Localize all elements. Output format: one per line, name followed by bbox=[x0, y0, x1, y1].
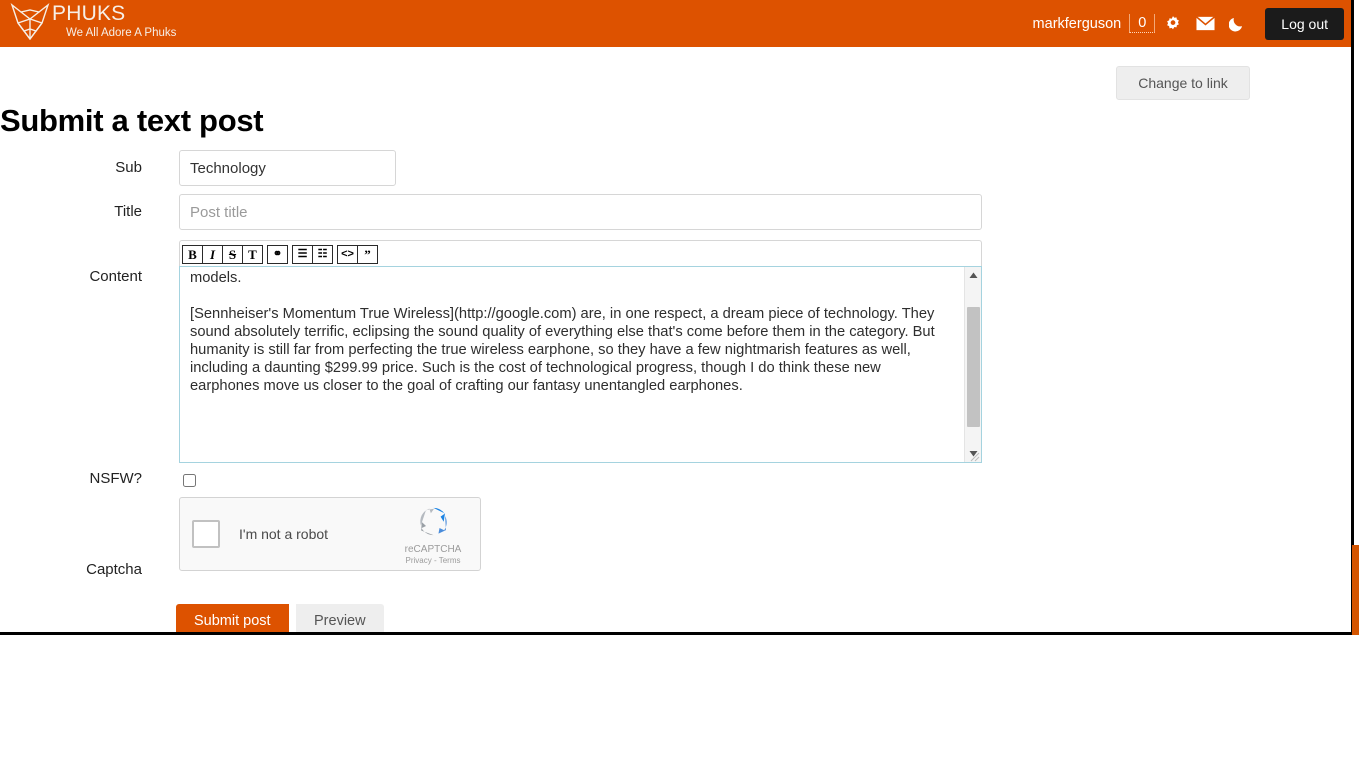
unordered-list-icon[interactable]: ☰ bbox=[292, 245, 313, 264]
captcha-label: Captcha bbox=[86, 561, 142, 578]
markdown-editor: B I S T ⚭ ☰ ☷ <> ” That's what I was thi… bbox=[179, 240, 982, 463]
strikethrough-button[interactable]: S bbox=[222, 245, 243, 264]
nsfw-label: NSFW? bbox=[89, 470, 143, 487]
header-user-controls: markferguson 0 Log out bbox=[1033, 0, 1351, 47]
editor-toolbar-group-text: B I S T bbox=[182, 245, 263, 264]
page-edge-accent-strip bbox=[1352, 545, 1359, 635]
heading-button[interactable]: T bbox=[242, 245, 263, 264]
recaptcha-branding: reCAPTCHA Privacy - Terms bbox=[396, 505, 470, 565]
italic-button[interactable]: I bbox=[202, 245, 223, 264]
recaptcha-legal-links: Privacy - Terms bbox=[396, 556, 470, 565]
quote-icon[interactable]: ” bbox=[357, 245, 378, 264]
fox-head-icon bbox=[8, 1, 52, 50]
browser-viewport: PHUKS We All Adore A Phuks markferguson … bbox=[0, 0, 1354, 635]
change-to-link-button[interactable]: Change to link bbox=[1116, 66, 1250, 100]
logout-button[interactable]: Log out bbox=[1265, 7, 1344, 40]
preview-button[interactable]: Preview bbox=[296, 604, 384, 632]
site-brand[interactable]: PHUKS We All Adore A Phuks bbox=[0, 0, 176, 47]
envelope-icon[interactable] bbox=[1191, 11, 1219, 37]
sub-label: Sub bbox=[115, 159, 142, 176]
message-count-badge[interactable]: 0 bbox=[1129, 14, 1156, 33]
editor-toolbar-group-lists: ☰ ☷ bbox=[292, 245, 333, 264]
textarea-resize-grip[interactable] bbox=[968, 449, 980, 462]
gear-icon[interactable] bbox=[1159, 11, 1187, 37]
brand-tagline: We All Adore A Phuks bbox=[66, 27, 177, 39]
title-label: Title bbox=[114, 203, 142, 220]
username-link[interactable]: markferguson bbox=[1033, 16, 1122, 32]
recaptcha-logo-icon bbox=[417, 507, 450, 542]
brand-name: PHUKS bbox=[52, 2, 126, 25]
page-title: Submit a text post bbox=[0, 102, 264, 138]
content-scrollbar[interactable] bbox=[964, 267, 981, 462]
submit-post-button[interactable]: Submit post bbox=[176, 604, 289, 632]
editor-toolbar-group-code: <> ” bbox=[337, 245, 378, 264]
recaptcha-brand-name: reCAPTCHA bbox=[404, 544, 462, 555]
nsfw-checkbox[interactable] bbox=[183, 474, 196, 487]
recaptcha-label: I'm not a robot bbox=[239, 526, 329, 542]
scrollbar-thumb[interactable] bbox=[967, 307, 980, 427]
site-header: PHUKS We All Adore A Phuks markferguson … bbox=[0, 0, 1351, 47]
sub-input[interactable] bbox=[179, 150, 396, 186]
content-textarea-container[interactable]: That's what I was thinking about recentl… bbox=[179, 266, 982, 463]
editor-toolbar-group-link: ⚭ bbox=[267, 245, 288, 264]
change-to-link-container: Change to link bbox=[1116, 66, 1250, 100]
ordered-list-icon[interactable]: ☷ bbox=[312, 245, 333, 264]
title-input[interactable] bbox=[179, 194, 982, 230]
recaptcha-terms-link[interactable]: Terms bbox=[439, 556, 461, 565]
editor-toolbar: B I S T ⚭ ☰ ☷ <> ” bbox=[179, 240, 982, 266]
recaptcha-widget: I'm not a robot reCAPTCHA Privacy - Term… bbox=[179, 497, 481, 571]
content-textarea[interactable]: That's what I was thinking about recentl… bbox=[180, 267, 957, 462]
code-icon[interactable]: <> bbox=[337, 245, 358, 264]
recaptcha-privacy-link[interactable]: Privacy bbox=[406, 556, 432, 565]
scroll-up-arrow-icon[interactable] bbox=[965, 267, 981, 284]
recaptcha-checkbox[interactable] bbox=[192, 520, 220, 548]
bold-button[interactable]: B bbox=[182, 245, 203, 264]
recaptcha-link-separator: - bbox=[433, 556, 437, 565]
link-icon[interactable]: ⚭ bbox=[267, 245, 288, 264]
moon-icon[interactable] bbox=[1223, 11, 1251, 37]
content-label: Content bbox=[89, 268, 142, 285]
